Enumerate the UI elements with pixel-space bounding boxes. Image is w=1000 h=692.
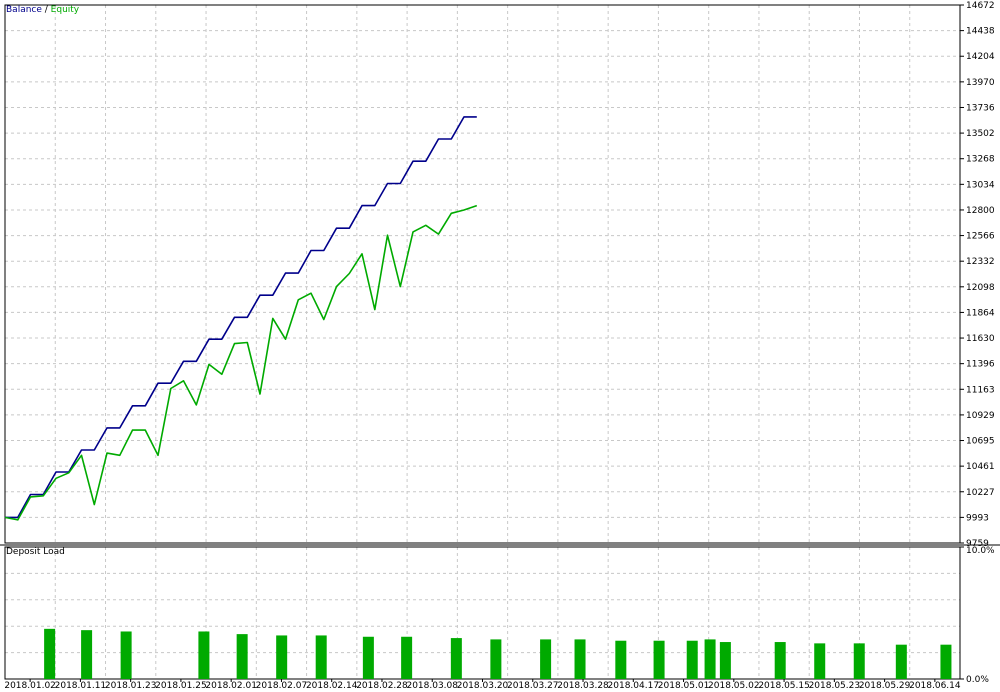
deposit-load-bar bbox=[44, 628, 56, 679]
deposit-load-bar bbox=[401, 636, 413, 679]
deposit-load-bar bbox=[81, 630, 93, 679]
y-tick-label: 11396 bbox=[966, 360, 995, 370]
deposit-load-bar bbox=[490, 639, 502, 679]
deposit-load-bar bbox=[653, 640, 665, 679]
y-tick-label: 11864 bbox=[966, 308, 995, 318]
grid-lines bbox=[5, 4, 964, 680]
x-tick-label: 2018.05.15 bbox=[758, 681, 810, 691]
y-tick-label: 13736 bbox=[966, 103, 995, 113]
legend-equity: Equity bbox=[51, 5, 80, 15]
x-tick-label: 2018.02.28 bbox=[356, 681, 408, 691]
y-tick-label: 10461 bbox=[966, 462, 995, 472]
deposit-load-bar bbox=[315, 635, 327, 679]
deposit-load-bar bbox=[615, 640, 627, 679]
y-tick-label: 10227 bbox=[966, 488, 995, 498]
deposit-load-bar bbox=[120, 631, 132, 679]
x-tick-label: 2018.01.23 bbox=[105, 681, 157, 691]
x-tick-label: 2018.01.02 bbox=[4, 681, 56, 691]
deposit-load-bar bbox=[198, 631, 210, 679]
legend-separator: / bbox=[42, 5, 51, 15]
deposit-load-bar bbox=[362, 636, 374, 679]
equity-line bbox=[4, 204, 478, 521]
y-tick-label: 13502 bbox=[966, 129, 995, 139]
balance-line bbox=[5, 116, 477, 519]
deposit-load-bar bbox=[940, 644, 952, 679]
x-tick-label: 2018.01.25 bbox=[155, 681, 207, 691]
y-tick-label: 10929 bbox=[966, 411, 995, 421]
x-tick-label: 2018.05.02 bbox=[708, 681, 760, 691]
deposit-load-bar bbox=[686, 640, 698, 679]
y-tick-label: 10695 bbox=[966, 437, 995, 447]
deposit-load-bar bbox=[814, 643, 826, 679]
deposit-load-bar bbox=[276, 635, 288, 679]
plot-frames bbox=[0, 4, 1000, 680]
x-tick-labels: 2018.01.022018.01.112018.01.232018.01.25… bbox=[4, 679, 961, 691]
x-tick-label: 2018.01.11 bbox=[55, 681, 107, 691]
x-tick-label: 2018.05.23 bbox=[809, 681, 861, 691]
deposit-load-bar bbox=[450, 638, 462, 679]
main-pane-frame bbox=[4, 4, 961, 544]
deposit-load-title: Deposit Load bbox=[6, 547, 65, 557]
x-tick-label: 2018.03.27 bbox=[507, 681, 559, 691]
x-tick-label: 2018.02.01 bbox=[205, 681, 257, 691]
deposit-load-bar bbox=[704, 639, 716, 679]
y-tick-label: 14672 bbox=[966, 1, 995, 11]
deposit-load-bar bbox=[574, 639, 586, 679]
y-tick-label: 12332 bbox=[966, 257, 995, 267]
y-tick-label: 13970 bbox=[966, 78, 995, 88]
y-tick-label: 10.0% bbox=[966, 546, 995, 556]
x-tick-label: 2018.06.14 bbox=[909, 681, 961, 691]
deposit-load-bar bbox=[895, 644, 907, 679]
y-tick-label: 9993 bbox=[966, 513, 989, 523]
deposit-load-bar bbox=[719, 642, 731, 679]
y-tick-labels: 14672 14438 14204 13970 13736 13502 13268 13034… bbox=[966, 1, 995, 685]
y-tick-label: 11630 bbox=[966, 334, 995, 344]
legend-balance: Balance bbox=[6, 5, 42, 15]
y-tick-label: 0.0% bbox=[966, 675, 989, 685]
y-tick-label: 12566 bbox=[966, 232, 995, 242]
series-lines bbox=[4, 116, 478, 521]
y-tick-label: 11163 bbox=[966, 385, 995, 395]
y-tick-label: 14204 bbox=[966, 52, 995, 62]
x-tick-label: 2018.02.07 bbox=[256, 681, 308, 691]
balance-equity-chart: 14672 14438 14204 13970 13736 13502 13268 13034… bbox=[0, 1, 1000, 691]
deposit-load-bar bbox=[540, 639, 552, 679]
deposit-load-bar bbox=[774, 642, 786, 679]
legend: Balance / Equity bbox=[6, 5, 80, 15]
y-tick-label: 13268 bbox=[966, 155, 995, 165]
deposit-load-bar bbox=[236, 634, 248, 679]
y-tick-label: 12800 bbox=[966, 206, 995, 216]
y-tick-label: 13034 bbox=[966, 180, 995, 190]
x-tick-label: 2018.05.01 bbox=[658, 681, 710, 691]
deposit-load-bar bbox=[853, 643, 865, 679]
x-tick-label: 2018.04.17 bbox=[608, 681, 660, 691]
x-tick-label: 2018.05.29 bbox=[859, 681, 911, 691]
y-tick-label: 12098 bbox=[966, 283, 995, 293]
x-tick-label: 2018.03.28 bbox=[557, 681, 609, 691]
x-tick-label: 2018.03.08 bbox=[406, 681, 458, 691]
deposit-load-bars bbox=[44, 628, 952, 679]
x-tick-label: 2018.02.14 bbox=[306, 681, 358, 691]
y-tick-label: 14438 bbox=[966, 27, 995, 37]
x-tick-label: 2018.03.20 bbox=[457, 681, 509, 691]
